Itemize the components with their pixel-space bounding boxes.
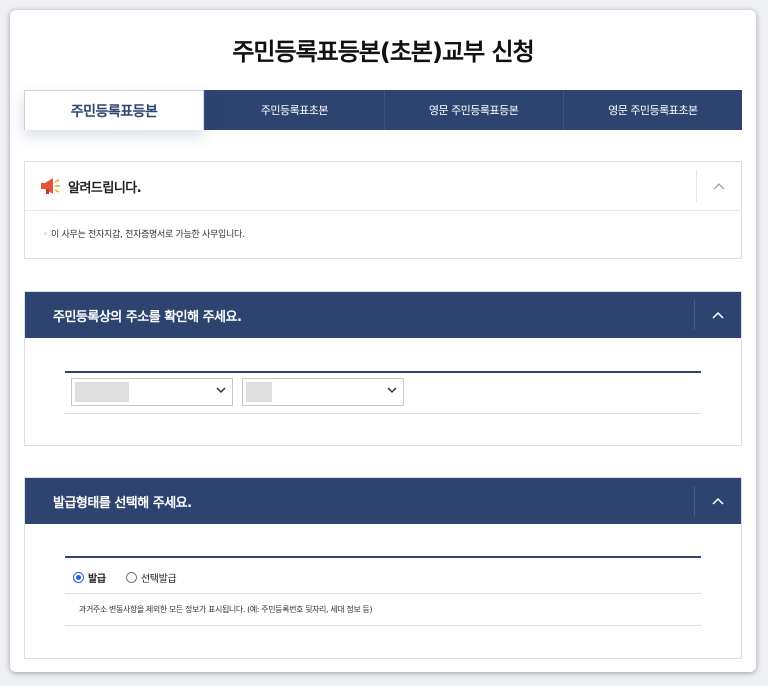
bullet-icon: ◦ (43, 230, 49, 240)
tab-english-copy[interactable]: 영문 주민등록표등본 (383, 90, 563, 130)
address-select-group (65, 371, 701, 415)
redacted-value (75, 382, 129, 402)
chevron-up-icon (712, 497, 724, 505)
notice-title: 알려드립니다. (68, 180, 142, 196)
address-section-title: 주민등록상의 주소를 확인해 주세요. (53, 309, 242, 325)
issue-description: 과거주소 변동사항을 제외한 모든 정보가 표시됩니다. (예: 주민등록번호 … (79, 605, 373, 614)
address-section-header: 주민등록상의 주소를 확인해 주세요. (25, 292, 741, 338)
divider (65, 593, 701, 594)
radio-selective-issue[interactable] (125, 572, 137, 583)
chevron-down-icon (216, 387, 226, 394)
issue-section: 발급형태를 선택해 주세요. 발급 선택발급 과거주소 변동사항을 제외한 모든… (24, 477, 742, 659)
issue-type-radio-group: 발급 선택발급 (73, 570, 196, 585)
tab-resident-abstract[interactable]: 주민등록표초본 (204, 90, 384, 130)
chevron-up-icon (712, 311, 724, 319)
redacted-value (246, 382, 272, 402)
page-frame: 주민등록표등본(초본)교부 신청 주민등록표등본 주민등록표초본 영문 주민등록… (10, 10, 756, 672)
divider (65, 625, 701, 626)
issue-section-header: 발급형태를 선택해 주세요. (25, 478, 741, 524)
notice-body: ◦ 이 사무는 전자지갑, 전자증명서로 가능한 사무입니다. (25, 211, 741, 240)
tab-english-abstract[interactable]: 영문 주민등록표초본 (562, 90, 742, 130)
chevron-down-icon (387, 387, 397, 394)
address-select-city[interactable] (71, 378, 233, 406)
radio-issue[interactable] (73, 572, 84, 583)
megaphone-icon (41, 178, 60, 194)
radio-issue-label[interactable]: 발급 (88, 570, 106, 585)
page-title: 주민등록표등본(초본)교부 신청 (232, 38, 534, 66)
notice-text: 이 사무는 전자지갑, 전자증명서로 가능한 사무입니다. (51, 230, 245, 240)
divider (65, 413, 701, 414)
radio-selective-issue-label[interactable]: 선택발급 (141, 570, 177, 585)
address-select-district[interactable] (242, 378, 404, 406)
notice-header: 알려드립니다. (25, 162, 741, 211)
tab-bar: 주민등록표등본 주민등록표초본 영문 주민등록표등본 영문 주민등록표초본 (24, 90, 742, 130)
issue-collapse-button[interactable] (694, 486, 741, 516)
notice-collapse-button[interactable] (696, 170, 741, 202)
address-section: 주민등록상의 주소를 확인해 주세요. (24, 291, 742, 446)
tab-resident-copy[interactable]: 주민등록표등본 (24, 90, 205, 130)
issue-section-title: 발급형태를 선택해 주세요. (53, 495, 192, 511)
address-collapse-button[interactable] (694, 300, 741, 330)
notice-panel: 알려드립니다. ◦ 이 사무는 전자지갑, 전자증명서로 가능한 사무입니다. (24, 161, 742, 259)
issue-options-group: 발급 선택발급 과거주소 변동사항을 제외한 모든 정보가 표시됩니다. (예:… (65, 556, 701, 628)
chevron-up-icon (713, 183, 725, 190)
